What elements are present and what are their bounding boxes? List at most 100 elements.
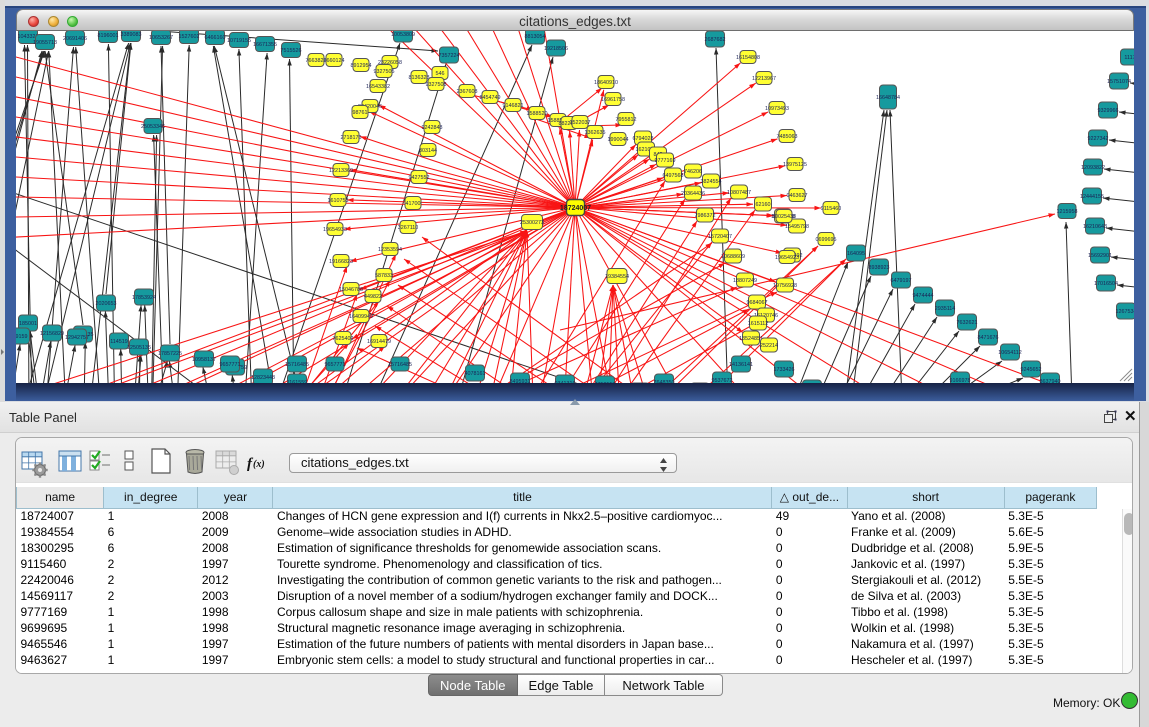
svg-text:16648784: 16648784 xyxy=(876,95,900,101)
svg-text:9474444: 9474444 xyxy=(913,293,934,299)
svg-text:41700: 41700 xyxy=(406,201,421,207)
svg-text:10653267: 10653267 xyxy=(149,35,173,41)
svg-text:587833: 587833 xyxy=(375,273,393,279)
svg-text:164095: 164095 xyxy=(847,251,865,257)
svg-text:9327508: 9327508 xyxy=(426,82,447,88)
svg-text:17857225: 17857225 xyxy=(158,351,182,357)
svg-text:8196001: 8196001 xyxy=(98,33,119,39)
svg-text:10719155: 10719155 xyxy=(227,38,251,44)
svg-text:25300273: 25300273 xyxy=(520,220,544,226)
svg-text:19756928: 19756928 xyxy=(773,283,797,289)
svg-text:12823448: 12823448 xyxy=(251,375,275,381)
svg-text:7632621: 7632621 xyxy=(957,320,978,326)
svg-text:2935114: 2935114 xyxy=(935,306,956,312)
svg-text:185001: 185001 xyxy=(19,321,37,327)
svg-text:10654112: 10654112 xyxy=(998,350,1022,356)
svg-text:9684067: 9684067 xyxy=(747,300,768,306)
svg-text:25053346: 25053346 xyxy=(141,124,165,130)
svg-text:3824554: 3824554 xyxy=(701,179,722,185)
svg-text:1733426: 1733426 xyxy=(774,367,795,373)
svg-text:252214: 252214 xyxy=(760,343,778,349)
svg-text:9427552: 9427552 xyxy=(409,175,430,181)
svg-text:746206: 746206 xyxy=(684,169,702,175)
svg-text:8912954: 8912954 xyxy=(351,63,372,69)
svg-text:8660124: 8660124 xyxy=(324,58,345,64)
svg-text:9777169: 9777169 xyxy=(655,158,676,164)
svg-text:18724007: 18724007 xyxy=(560,205,591,212)
svg-text:6466160: 6466160 xyxy=(205,35,226,41)
svg-text:6794028: 6794028 xyxy=(633,136,654,142)
svg-text:10807487: 10807487 xyxy=(727,190,751,196)
svg-text:19654923: 19654923 xyxy=(775,255,799,261)
svg-text:7955812: 7955812 xyxy=(616,117,637,123)
svg-text:19654933: 19654933 xyxy=(323,227,347,233)
svg-text:12213967: 12213967 xyxy=(752,76,776,82)
svg-text:12505135: 12505135 xyxy=(127,345,151,351)
svg-text:20691406: 20691406 xyxy=(63,36,87,42)
svg-text:13524851: 13524851 xyxy=(739,336,763,342)
svg-text:0699695: 0699695 xyxy=(816,237,837,243)
svg-text:15692901: 15692901 xyxy=(1088,253,1112,259)
svg-text:16961758: 16961758 xyxy=(601,97,625,103)
svg-text:1215958: 1215958 xyxy=(1057,209,1078,215)
svg-text:17853924: 17853924 xyxy=(132,295,156,301)
svg-text:20364436: 20364436 xyxy=(681,191,705,197)
svg-text:4078161: 4078161 xyxy=(465,371,486,377)
svg-text:8454749: 8454749 xyxy=(480,95,501,101)
svg-text:9463627: 9463627 xyxy=(787,193,808,199)
svg-text:1522037: 1522037 xyxy=(570,120,591,126)
svg-text:3389083: 3389083 xyxy=(121,32,142,38)
svg-text:16671355: 16671355 xyxy=(253,42,277,48)
svg-text:1362635: 1362635 xyxy=(585,130,606,136)
svg-text:10053809: 10053809 xyxy=(391,32,415,38)
svg-text:39159: 39159 xyxy=(16,334,28,340)
svg-text:3267110: 3267110 xyxy=(398,225,419,231)
svg-text:8813054: 8813054 xyxy=(525,34,546,40)
svg-text:62160: 62160 xyxy=(756,202,771,208)
svg-text:8938923: 8938923 xyxy=(869,265,890,271)
svg-text:1615112: 1615112 xyxy=(748,321,769,327)
svg-text:9242848: 9242848 xyxy=(422,125,443,131)
svg-text:12093822: 12093822 xyxy=(1081,165,1105,171)
svg-text:16154808: 16154808 xyxy=(736,55,760,61)
svg-text:15046788: 15046788 xyxy=(339,287,363,293)
svg-text:12942757: 12942757 xyxy=(65,335,89,341)
svg-text:1610753: 1610753 xyxy=(328,198,349,204)
svg-text:9115460: 9115460 xyxy=(821,206,842,212)
svg-text:449822: 449822 xyxy=(364,294,382,300)
svg-text:9327505: 9327505 xyxy=(374,69,395,75)
svg-text:10973493: 10973493 xyxy=(765,106,789,112)
svg-text:15751074: 15751074 xyxy=(1107,79,1131,85)
svg-text:7625402: 7625402 xyxy=(333,336,354,342)
svg-text:1267534: 1267534 xyxy=(1116,309,1135,315)
svg-text:15716485: 15716485 xyxy=(388,362,412,368)
svg-text:13975125: 13975125 xyxy=(783,162,807,168)
svg-text:12444155: 12444155 xyxy=(1080,194,1104,200)
svg-text:16914479: 16914479 xyxy=(367,339,391,345)
svg-text:(x): (x) xyxy=(253,459,265,470)
svg-text:7986372: 7986372 xyxy=(695,213,716,219)
svg-text:2020653: 2020653 xyxy=(96,301,117,307)
svg-text:1990044: 1990044 xyxy=(608,137,629,143)
svg-text:17016504: 17016504 xyxy=(1094,281,1118,287)
svg-text:98761: 98761 xyxy=(353,110,368,116)
svg-text:19218506: 19218506 xyxy=(544,46,568,52)
svg-text:16543382: 16543382 xyxy=(366,84,390,90)
svg-text:18640910: 18640910 xyxy=(594,80,618,86)
svg-text:803144: 803144 xyxy=(419,148,437,154)
svg-text:9657771: 9657771 xyxy=(325,362,346,368)
svg-text:6479197: 6479197 xyxy=(891,278,912,284)
svg-text:1527602: 1527602 xyxy=(179,34,200,40)
svg-text:16210643: 16210643 xyxy=(1083,224,1107,230)
svg-text:114519: 114519 xyxy=(110,339,128,345)
svg-text:10688609: 10688609 xyxy=(721,254,745,260)
svg-text:9245652: 9245652 xyxy=(1021,367,1042,373)
svg-text:15720407: 15720407 xyxy=(708,234,732,240)
svg-text:10025438: 10025438 xyxy=(772,214,796,220)
svg-text:2367608: 2367608 xyxy=(457,89,478,95)
svg-text:546: 546 xyxy=(436,71,445,77)
svg-text:19166823: 19166823 xyxy=(329,259,353,265)
svg-text:8136328: 8136328 xyxy=(409,75,430,81)
svg-text:12213369: 12213369 xyxy=(329,168,353,174)
svg-text:7485063: 7485063 xyxy=(777,134,798,140)
